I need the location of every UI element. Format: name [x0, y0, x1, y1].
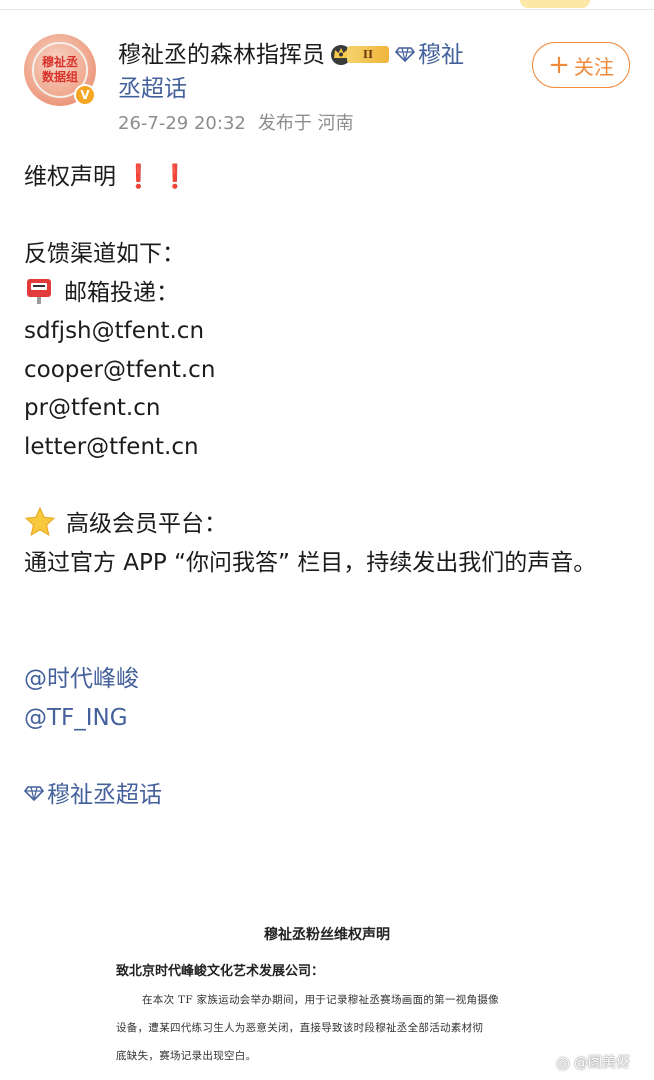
topic-link-part1[interactable]: 穆祉	[418, 42, 464, 68]
mention-link[interactable]: @时代峰峻	[24, 660, 634, 699]
post-meta: 26-7-29 20:32 发布于 河南	[118, 110, 354, 138]
verified-badge-icon: V	[74, 84, 96, 106]
mail-heading: 邮箱投递：	[64, 279, 179, 306]
top-divider	[0, 9, 654, 10]
document-paragraph-line: 在本次 TF 家族运动会举办期间，用于记录穆祉丞赛场画面的第一视角摄像	[116, 986, 546, 1014]
mentions-block: @时代峰峻 @TF_ING 穆祉丞超话	[24, 660, 634, 814]
diamond-icon	[395, 46, 415, 62]
document-text: 在本次 TF 家族运动会举办期间，用于记录穆祉丞赛场画面的第一视角摄像	[142, 994, 499, 1006]
email-item[interactable]: sdfjsh@tfent.cn	[24, 312, 634, 351]
mail-heading-line: 邮箱投递：	[24, 274, 634, 313]
watermark-text: @图美伢	[573, 1055, 630, 1071]
watermark: ◎ @图美伢	[556, 1052, 630, 1072]
author-line: 穆祉丞的森林指挥员 II 穆祉	[118, 38, 518, 72]
post-timestamp: 26-7-29 20:32	[118, 113, 246, 134]
plus-icon: +	[548, 50, 570, 80]
weibo-logo-icon: ◎	[556, 1052, 570, 1072]
follow-button[interactable]: + 关注	[532, 42, 630, 88]
post-body: 维权声明 ❗ ❗ 反馈渠道如下： 邮箱投递： sdfjsh@tfent.cn coo…	[24, 158, 634, 466]
mailbox-icon	[27, 278, 51, 304]
document-paragraph: 在本次 TF 家族运动会举办期间，用于记录穆祉丞赛场画面的第一视角摄像 设备，遭…	[116, 986, 546, 1070]
statement-title: 维权声明	[24, 164, 116, 190]
topic-tag-line[interactable]: 穆祉丞超话	[24, 776, 634, 815]
document-paragraph-line: 设备，遭某四代练习生人为恶意关闭，直接导致该时段穆祉丞全部活动素材彻	[116, 1022, 484, 1034]
title-line: 维权声明 ❗ ❗	[24, 158, 634, 197]
document-addressee: 致北京时代峰峻文化艺术发展公司：	[116, 964, 325, 979]
email-item[interactable]: pr@tfent.cn	[24, 389, 634, 428]
star-icon	[24, 506, 56, 537]
post-body-vip: 高级会员平台： 通过官方 APP “你问我答” 栏目，持续发出我们的声音。	[24, 505, 634, 582]
diamond-icon	[24, 786, 44, 801]
avatar-text-line1: 穆祉丞	[41, 55, 78, 69]
exclamation-icon: ❗	[124, 164, 153, 190]
vip-heading-line: 高级会员平台：	[24, 505, 634, 544]
document-title: 穆祉丞粉丝维权声明	[264, 927, 390, 943]
author-name[interactable]: 穆祉丞的森林指挥员	[118, 42, 325, 68]
vip-text: 通过官方 APP “你问我答” 栏目，持续发出我们的声音。	[24, 549, 597, 576]
post-location: 发布于 河南	[257, 113, 354, 134]
follow-label: 关注	[573, 54, 614, 79]
email-item[interactable]: letter@tfent.cn	[24, 428, 634, 467]
avatar-text-line2: 数据组	[41, 70, 78, 84]
rank-badge: II	[329, 42, 391, 66]
topic-link-part2[interactable]: 丞超话	[118, 72, 418, 106]
rank-label: II	[347, 45, 389, 63]
topic-tag: 穆祉丞超话	[47, 781, 162, 808]
document-paragraph-line: 底缺失，赛场记录出现空白。	[116, 1050, 257, 1062]
email-item[interactable]: cooper@tfent.cn	[24, 351, 634, 390]
channels-heading: 反馈渠道如下：	[24, 241, 185, 267]
vip-heading: 高级会员平台：	[66, 511, 227, 537]
mention-link[interactable]: @TF_ING	[24, 699, 634, 738]
exclamation-icon: ❗	[160, 164, 190, 190]
top-highlight	[520, 0, 590, 8]
